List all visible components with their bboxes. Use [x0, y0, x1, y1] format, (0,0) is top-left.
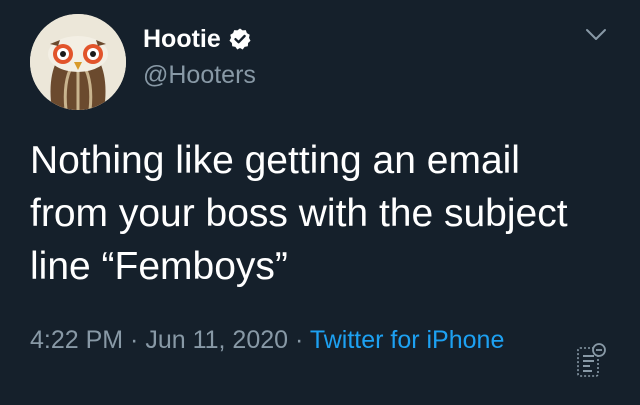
tweet-meta: 4:22 PM · Jun 11, 2020 · Twitter for iPh…	[30, 322, 520, 358]
chevron-down-icon[interactable]	[584, 26, 608, 44]
meta-separator: ·	[288, 326, 310, 354]
meta-separator: ·	[123, 326, 146, 354]
display-name-text: Hootie	[143, 25, 221, 53]
author-handle[interactable]: @Hooters	[143, 60, 256, 90]
tweet-text: Nothing like getting an email from your …	[30, 139, 568, 288]
tweet-source-link[interactable]: Twitter for iPhone	[310, 326, 505, 354]
owl-logo-icon	[30, 14, 126, 110]
tweet: Hootie @Hooters Nothing like getting an …	[0, 0, 640, 405]
tweet-date[interactable]: Jun 11, 2020	[145, 326, 288, 354]
avatar[interactable]	[30, 14, 126, 110]
display-name[interactable]: Hootie	[143, 24, 252, 54]
verified-badge-icon	[229, 28, 251, 50]
analytics-icon[interactable]	[575, 340, 607, 380]
tweet-time[interactable]: 4:22 PM	[30, 326, 123, 354]
